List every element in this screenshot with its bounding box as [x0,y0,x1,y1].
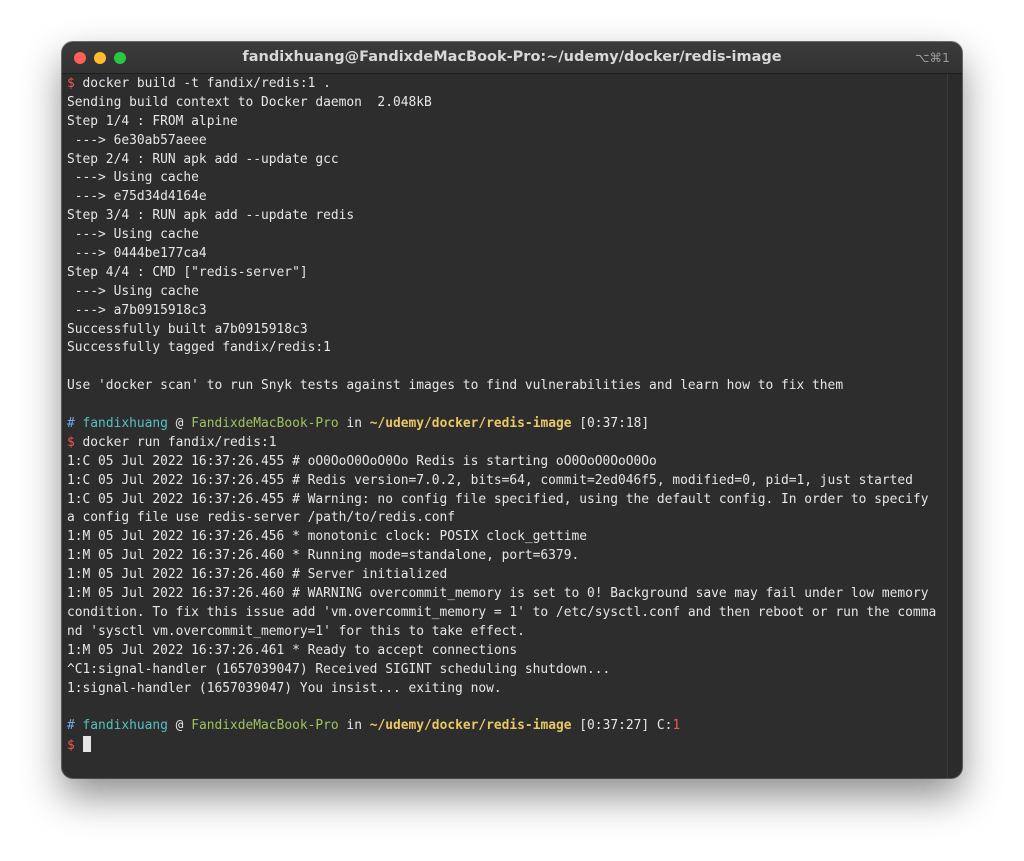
output-line: Successfully built a7b0915918c3 [67,321,308,337]
output-line: 1:signal-handler (1657039047) You insist… [67,680,502,696]
scrollbar[interactable] [947,74,962,778]
command-text: docker build -t fandix/redis:1 . [82,76,331,91]
input-line[interactable]: $ [67,736,947,755]
output-line: condition. To fix this issue add 'vm.ove… [67,604,937,620]
command-line: $ docker build -t fandix/redis:1 . [67,75,947,94]
output-line: Step 4/4 : CMD ["redis-server"] [67,264,308,280]
output-line: Step 1/4 : FROM alpine [67,113,238,129]
prompt-hash: # [67,416,75,432]
exit-code-label: C: [656,718,673,734]
output-line: ---> e75d34d4164e [67,189,207,205]
output-line: a config file use redis-server /path/to/… [67,510,456,526]
output-line: ---> Using cache [67,170,199,186]
output-line: 1:C 05 Jul 2022 16:37:26.455 # oO0OoO0Oo… [67,453,657,469]
output-line: ---> Using cache [67,227,199,243]
prompt-user: fandixhuang [82,416,168,432]
output-line: 1:C 05 Jul 2022 16:37:26.455 # Redis ver… [67,472,913,488]
output-line: nd 'sysctl vm.overcommit_memory=1' for t… [67,623,525,639]
output-line: ---> 0444be177ca4 [67,246,207,262]
terminal-output[interactable]: $ docker build -t fandix/redis:1 . Sendin… [67,75,947,755]
output-line: ^C1:signal-handler (1657039047) Received… [67,661,611,677]
command-text: docker run fandix/redis:1 [82,434,277,450]
command-line: $ docker run fandix/redis:1 [67,434,947,453]
prompt-time: [0:37:27] [579,718,650,734]
output-line: 1:C 05 Jul 2022 16:37:26.455 # Warning: … [67,491,929,507]
title-bar: fandixhuang@FandixdeMacBook-Pro:~/udemy/… [62,42,962,74]
output-line: 1:M 05 Jul 2022 16:37:26.456 * monotonic… [67,529,587,545]
prompt-path: ~/udemy/docker/redis-image [369,416,572,432]
prompt-header: # fandixhuang @ FandixdeMacBook-Pro in ~… [67,416,650,432]
window-shortcut-label: ⌥⌘1 [915,50,950,65]
prompt-hash: # [67,718,75,734]
prompt-header: # fandixhuang @ FandixdeMacBook-Pro in ~… [67,718,681,734]
text-cursor [82,736,91,753]
output-line: ---> a7b0915918c3 [67,302,207,318]
output-line: Sending build context to Docker daemon 2… [67,94,432,110]
output-line: ---> 6e30ab57aeee [67,132,207,148]
output-line: 1:M 05 Jul 2022 16:37:26.460 # Server in… [67,567,448,583]
prompt-path: ~/udemy/docker/redis-image [369,718,572,734]
terminal-window: fandixhuang@FandixdeMacBook-Pro:~/udemy/… [62,42,962,778]
exit-code-value: 1 [672,718,681,734]
output-line: Successfully tagged fandix/redis:1 [67,340,331,356]
prompt-host: FandixdeMacBook-Pro [191,718,339,734]
output-line: Step 2/4 : RUN apk add --update gcc [67,151,339,167]
window-title: fandixhuang@FandixdeMacBook-Pro:~/udemy/… [242,49,782,65]
prompt-symbol: $ [67,76,75,91]
output-line: Step 3/4 : RUN apk add --update redis [67,208,355,224]
prompt-time: [0:37:18] [579,416,650,432]
output-line: 1:M 05 Jul 2022 16:37:26.460 # WARNING o… [67,586,929,602]
prompt-host: FandixdeMacBook-Pro [191,416,339,432]
output-line: ---> Using cache [67,283,199,299]
prompt-user: fandixhuang [82,718,168,734]
output-line: Use 'docker scan' to run Snyk tests agai… [67,378,844,394]
output-line: 1:M 05 Jul 2022 16:37:26.460 * Running m… [67,548,580,564]
prompt-symbol: $ [67,434,75,450]
prompt-symbol: $ [67,738,75,754]
output-line: 1:M 05 Jul 2022 16:37:26.461 * Ready to … [67,642,518,658]
